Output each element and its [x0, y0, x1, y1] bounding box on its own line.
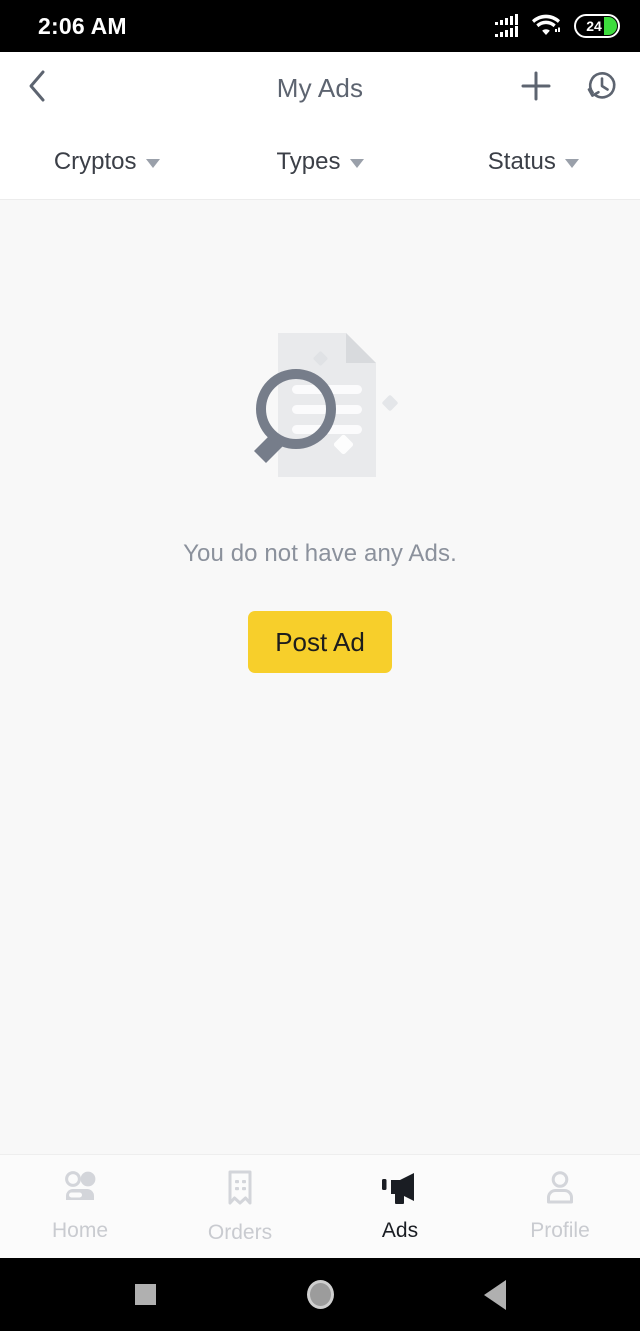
battery-icon: 24 [574, 14, 620, 38]
phone-screen: 2:06 AM 24 My Ads Cryptos Types Status Y… [0, 0, 640, 1331]
people-icon [58, 1170, 102, 1211]
nav-item-profile[interactable]: Profile [480, 1170, 640, 1243]
filter-bar: Cryptos Types Status [0, 124, 640, 200]
ads-list-empty-state: You do not have any Ads. Post Ad [0, 200, 640, 1154]
history-icon [585, 69, 619, 108]
chevron-down-icon [145, 159, 160, 168]
megaphone-icon [378, 1170, 422, 1211]
filter-cryptos[interactable]: Cryptos [0, 148, 213, 176]
filter-status[interactable]: Status [427, 148, 640, 176]
filter-types[interactable]: Types [213, 148, 426, 176]
chevron-down-icon [349, 159, 364, 168]
filter-status-label: Status [487, 147, 556, 175]
status-time: 2:06 AM [38, 12, 127, 39]
circle-home-icon [306, 1280, 334, 1309]
system-back-button[interactable] [465, 1265, 525, 1325]
empty-state-message: You do not have any Ads. [183, 540, 457, 567]
nav-item-ads[interactable]: Ads [320, 1170, 480, 1243]
post-ad-button[interactable]: Post Ad [248, 611, 392, 673]
cellular-signal-icon [495, 13, 518, 37]
receipt-icon [220, 1168, 260, 1213]
nav-label-ads: Ads [381, 1219, 419, 1242]
home-button[interactable] [290, 1265, 350, 1325]
nav-item-home[interactable]: Home [0, 1170, 160, 1243]
chevron-down-icon [564, 159, 579, 168]
filter-cryptos-label: Cryptos [53, 147, 137, 175]
wifi-icon [531, 12, 561, 41]
document-search-illustration [220, 325, 420, 485]
battery-level: 24 [586, 18, 602, 34]
recents-button[interactable] [115, 1265, 175, 1325]
triangle-back-icon [484, 1279, 506, 1310]
bottom-navigation: Home Orders Ads Profile [0, 1154, 640, 1258]
filter-types-label: Types [276, 147, 341, 175]
plus-icon [519, 69, 553, 108]
status-icons: 24 [495, 12, 620, 41]
android-system-navigation [0, 1258, 640, 1331]
app-bar: My Ads [0, 52, 640, 124]
status-bar: 2:06 AM 24 [0, 0, 640, 52]
add-ad-button[interactable] [514, 66, 558, 110]
nav-label-orders: Orders [207, 1221, 273, 1244]
history-button[interactable] [580, 66, 624, 110]
nav-item-orders[interactable]: Orders [160, 1168, 320, 1245]
nav-label-profile: Profile [530, 1219, 590, 1242]
nav-label-home: Home [51, 1219, 109, 1242]
square-recents-icon [134, 1284, 156, 1305]
person-icon [540, 1170, 580, 1211]
